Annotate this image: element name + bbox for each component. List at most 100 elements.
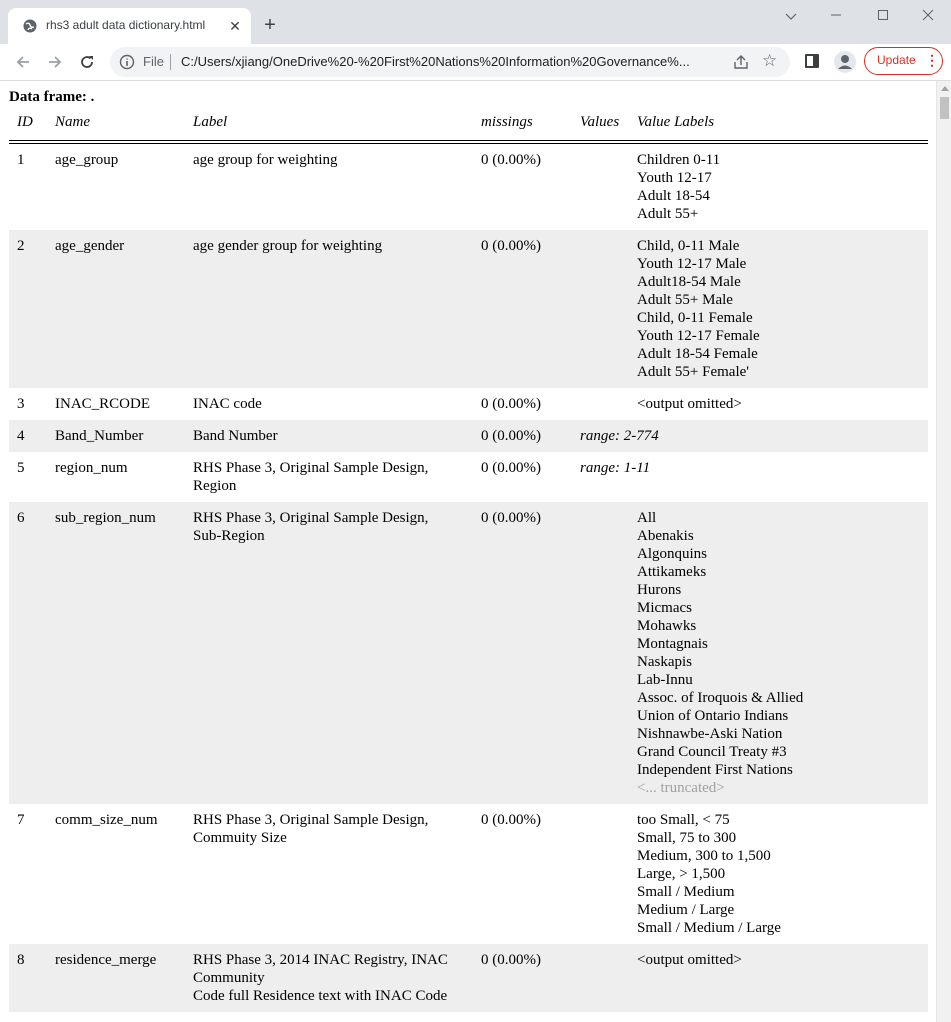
back-arrow-icon[interactable]: [10, 49, 36, 75]
table-row: 1 age_group age group for weighting 0 (0.00…: [9, 142, 928, 230]
browser-tab[interactable]: rhs3 adult data dictionary.html ✕: [8, 8, 251, 44]
cell-value-labels: <output omitted>: [629, 944, 928, 1012]
value-label-line: Hurons: [637, 582, 682, 598]
cell-missings: 0 (0.00%): [481, 396, 541, 412]
globe-icon: [23, 19, 37, 33]
value-label-line: Large, > 1,500: [637, 866, 726, 882]
label-line: RHS Phase 3, Original Sample Design,: [193, 812, 429, 828]
table-row: 5 region_num RHS Phase 3, Original Sample …: [9, 452, 928, 502]
value-label-line: Naskapis: [637, 654, 692, 670]
cell-values: [572, 230, 629, 388]
cell-values: [572, 388, 629, 420]
cell-id: 4: [9, 420, 47, 452]
cell-id: 2: [9, 230, 47, 388]
truncated-note: <... truncated>: [637, 780, 725, 796]
cell-id: 1: [17, 152, 25, 168]
cell-values: [572, 804, 629, 944]
url-text[interactable]: C:/Users/xjiang/OneDrive%20-%20First%20N…: [181, 54, 721, 69]
page-viewport: Data frame: . ID Name Label missings Val…: [0, 81, 936, 1022]
new-tab-icon[interactable]: +: [258, 13, 282, 37]
value-label-line: Adult18-54 Male: [637, 274, 741, 290]
value-label-line: All: [637, 510, 657, 526]
value-label-line: Small, 75 to 300: [637, 830, 737, 846]
cell-name: region_num: [55, 460, 128, 476]
value-label-line: <output omitted>: [637, 952, 742, 968]
column-header-label: Label: [185, 111, 473, 144]
column-header-values: Values: [572, 111, 629, 144]
cell-values: [572, 142, 629, 230]
cell-name: age_gender: [47, 230, 185, 388]
cell-values: [572, 502, 629, 804]
cell-id: 7: [17, 812, 25, 828]
table-row: 4 Band_Number Band Number 0 (0.00%) range: 2…: [9, 420, 928, 452]
label-line: Region: [193, 478, 237, 494]
table-row: 7 comm_size_num RHS Phase 3, Original Samp…: [9, 804, 928, 944]
label-line: INAC code: [193, 396, 262, 412]
value-label-line: Adult 55+ Male: [637, 292, 733, 308]
cell-id: 6: [9, 502, 47, 804]
cell-name: Band_Number: [47, 420, 185, 452]
value-label-line: too Small, < 75: [637, 812, 730, 828]
tab-search-chevron-icon[interactable]: [768, 4, 814, 28]
forward-arrow-icon[interactable]: [42, 49, 68, 75]
table-row: 8 residence_merge RHS Phase 3, 2014 INAC R…: [9, 944, 928, 1012]
value-label-line: Medium, 300 to 1,500: [637, 848, 771, 864]
label-line: Sub-Region: [193, 528, 265, 544]
cell-label: RHS Phase 3, Original Sample Design, Comm…: [185, 804, 473, 944]
cell-id: 8: [9, 944, 47, 1012]
cell-id: 3: [17, 396, 25, 412]
value-label-line: Nishnawbe-Aski Nation: [637, 726, 783, 742]
label-line: RHS Phase 3, Original Sample Design,: [193, 510, 429, 526]
minimize-icon[interactable]: [813, 4, 859, 28]
cell-label: Band Number: [185, 420, 473, 452]
cell-name: comm_size_num: [55, 812, 158, 828]
window-close-icon[interactable]: [905, 4, 951, 28]
cell-missings: 0 (0.00%): [473, 420, 572, 452]
address-bar[interactable]: File C:/Users/xjiang/OneDrive%20-%20Firs…: [110, 47, 790, 77]
profile-avatar-icon[interactable]: [834, 51, 856, 73]
value-label-line: Child, 0-11 Female: [637, 310, 753, 326]
cell-name: INAC_RCODE: [55, 396, 151, 412]
info-icon[interactable]: [119, 54, 135, 70]
close-tab-icon[interactable]: ✕: [226, 17, 244, 35]
value-label-line: Small / Medium: [637, 884, 735, 900]
share-icon[interactable]: [732, 53, 750, 71]
value-label-line: Grand Council Treaty #3: [637, 744, 787, 760]
label-line: age gender group for weighting: [193, 238, 383, 254]
table-row: 3 INAC_RCODE INAC code 0 (0.00%) <output omi…: [9, 388, 928, 420]
table-header-row: ID Name Label missings Values Value Labe…: [9, 111, 928, 144]
scrollbar-thumb[interactable]: [940, 97, 949, 119]
table-row: 2 age_gender age gender group for weightin…: [9, 230, 928, 388]
value-label-line: Adult 55+: [637, 206, 699, 222]
more-menu-icon[interactable]: ⋮: [925, 52, 939, 69]
value-label-line: Assoc. of Iroquois & Allied: [637, 690, 804, 706]
value-label-line: <output omitted>: [637, 396, 742, 412]
cell-value-labels: Child, 0-11 Male Youth 12-17 Male Adult18-…: [629, 230, 928, 388]
cell-label: age group for weighting: [185, 142, 473, 230]
cell-value-labels: All Abenakis Algonquins Attikameks Hurons Mic…: [629, 502, 928, 804]
bookmark-star-icon[interactable]: ☆: [762, 51, 777, 71]
side-panel-icon[interactable]: [805, 54, 819, 68]
update-button[interactable]: Update ⋮: [864, 47, 943, 75]
value-label-line: Adult 18-54 Female: [637, 346, 758, 362]
cell-values: range: 2-774: [572, 420, 928, 452]
cell-missings: 0 (0.00%): [473, 230, 572, 388]
value-label-line: Attikameks: [637, 564, 707, 580]
cell-value-labels: <output omitted>: [629, 388, 928, 420]
maximize-icon[interactable]: [860, 4, 906, 28]
cell-label: RHS Phase 3, 2014 INAC Registry, INAC Com…: [185, 944, 473, 1012]
value-label-line: Youth 12-17 Male: [637, 256, 747, 272]
scroll-up-arrow-icon[interactable]: [941, 86, 949, 91]
reload-icon[interactable]: [74, 49, 100, 75]
label-line: Community: [193, 970, 265, 986]
cell-label: RHS Phase 3, Original Sample Design, Sub-…: [185, 502, 473, 804]
value-label-line: Small / Medium / Large: [637, 920, 781, 936]
cell-id: 5: [17, 460, 25, 476]
vertical-scrollbar[interactable]: [936, 81, 951, 1022]
value-label-line: Adult 55+ Female': [637, 364, 749, 380]
value-label-line: Youth 12-17 Female: [637, 328, 760, 344]
value-label-line: Union of Ontario Indians: [637, 708, 789, 724]
cell-label: RHS Phase 3, Original Sample Design, Regi…: [185, 452, 473, 502]
value-label-line: Algonquins: [637, 546, 708, 562]
cell-missings: 0 (0.00%): [481, 812, 541, 828]
